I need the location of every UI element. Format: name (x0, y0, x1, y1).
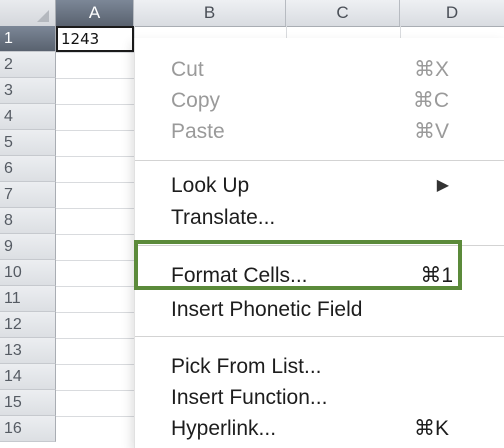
cell-a1[interactable]: 1243 (56, 26, 134, 52)
menu-item-label: Pick From List... (171, 355, 322, 378)
row-header-6[interactable]: 6 (0, 156, 56, 182)
menu-item-shortcut: ⌘V (413, 120, 449, 143)
row-header-16[interactable]: 16 (0, 416, 56, 442)
menu-item-label: Paste (171, 120, 225, 143)
row-header-8[interactable]: 8 (0, 208, 56, 234)
column-header-a[interactable]: A (56, 0, 134, 26)
row-header-2[interactable]: 2 (0, 52, 56, 78)
row-header-13[interactable]: 13 (0, 338, 56, 364)
row-header-4[interactable]: 4 (0, 104, 56, 130)
row-header-7[interactable]: 7 (0, 182, 56, 208)
menu-item-label: Hyperlink... (171, 417, 277, 440)
column-header-c[interactable]: C (286, 0, 400, 26)
menu-item-label: Translate... (171, 206, 276, 229)
menu-item-copy[interactable]: Copy ⌘C (135, 85, 504, 117)
column-header-b[interactable]: B (134, 0, 286, 26)
menu-item-paste[interactable]: Paste ⌘V (135, 116, 504, 148)
menu-item-cut[interactable]: Cut ⌘X (135, 54, 504, 86)
row-header-12[interactable]: 12 (0, 312, 56, 338)
format-cells-highlight (134, 240, 462, 290)
row-header-5[interactable]: 5 (0, 130, 56, 156)
menu-item-pick-from-list[interactable]: Pick From List... (135, 351, 504, 383)
menu-item-hyperlink[interactable]: Hyperlink... ⌘K (135, 413, 504, 445)
menu-item-label: Look Up (171, 174, 250, 197)
menu-item-label: Cut (171, 58, 204, 81)
menu-item-shortcut: ⌘X (413, 58, 449, 81)
menu-item-label: Insert Phonetic Field (171, 298, 363, 321)
row-header-14[interactable]: 14 (0, 364, 56, 390)
select-all-corner[interactable] (0, 0, 56, 26)
menu-item-insert-phonetic-field[interactable]: Insert Phonetic Field (135, 294, 504, 326)
menu-separator (135, 336, 504, 337)
row-header-3[interactable]: 3 (0, 78, 56, 104)
menu-item-translate[interactable]: Translate... (135, 202, 504, 234)
row-header-9[interactable]: 9 (0, 234, 56, 260)
submenu-arrow-icon: ▶ (436, 177, 449, 194)
menu-item-label: Copy (171, 89, 221, 112)
menu-item-look-up[interactable]: Look Up ▶ (135, 170, 504, 202)
column-header-bar: A B C D (0, 0, 504, 27)
menu-item-shortcut: ⌘C (412, 89, 449, 112)
row-header-1[interactable]: 1 (0, 26, 56, 52)
select-all-triangle-icon (37, 10, 49, 22)
row-header-11[interactable]: 11 (0, 286, 56, 312)
column-header-d[interactable]: D (400, 0, 504, 26)
menu-separator (135, 160, 504, 161)
menu-item-label: Insert Function... (171, 386, 328, 409)
row-header-15[interactable]: 15 (0, 390, 56, 416)
spreadsheet: A B C D 1 2 3 4 5 6 7 8 9 10 11 12 13 14… (0, 0, 504, 448)
menu-item-insert-function[interactable]: Insert Function... (135, 382, 504, 414)
menu-item-shortcut: ⌘K (413, 417, 449, 440)
row-header-10[interactable]: 10 (0, 260, 56, 286)
